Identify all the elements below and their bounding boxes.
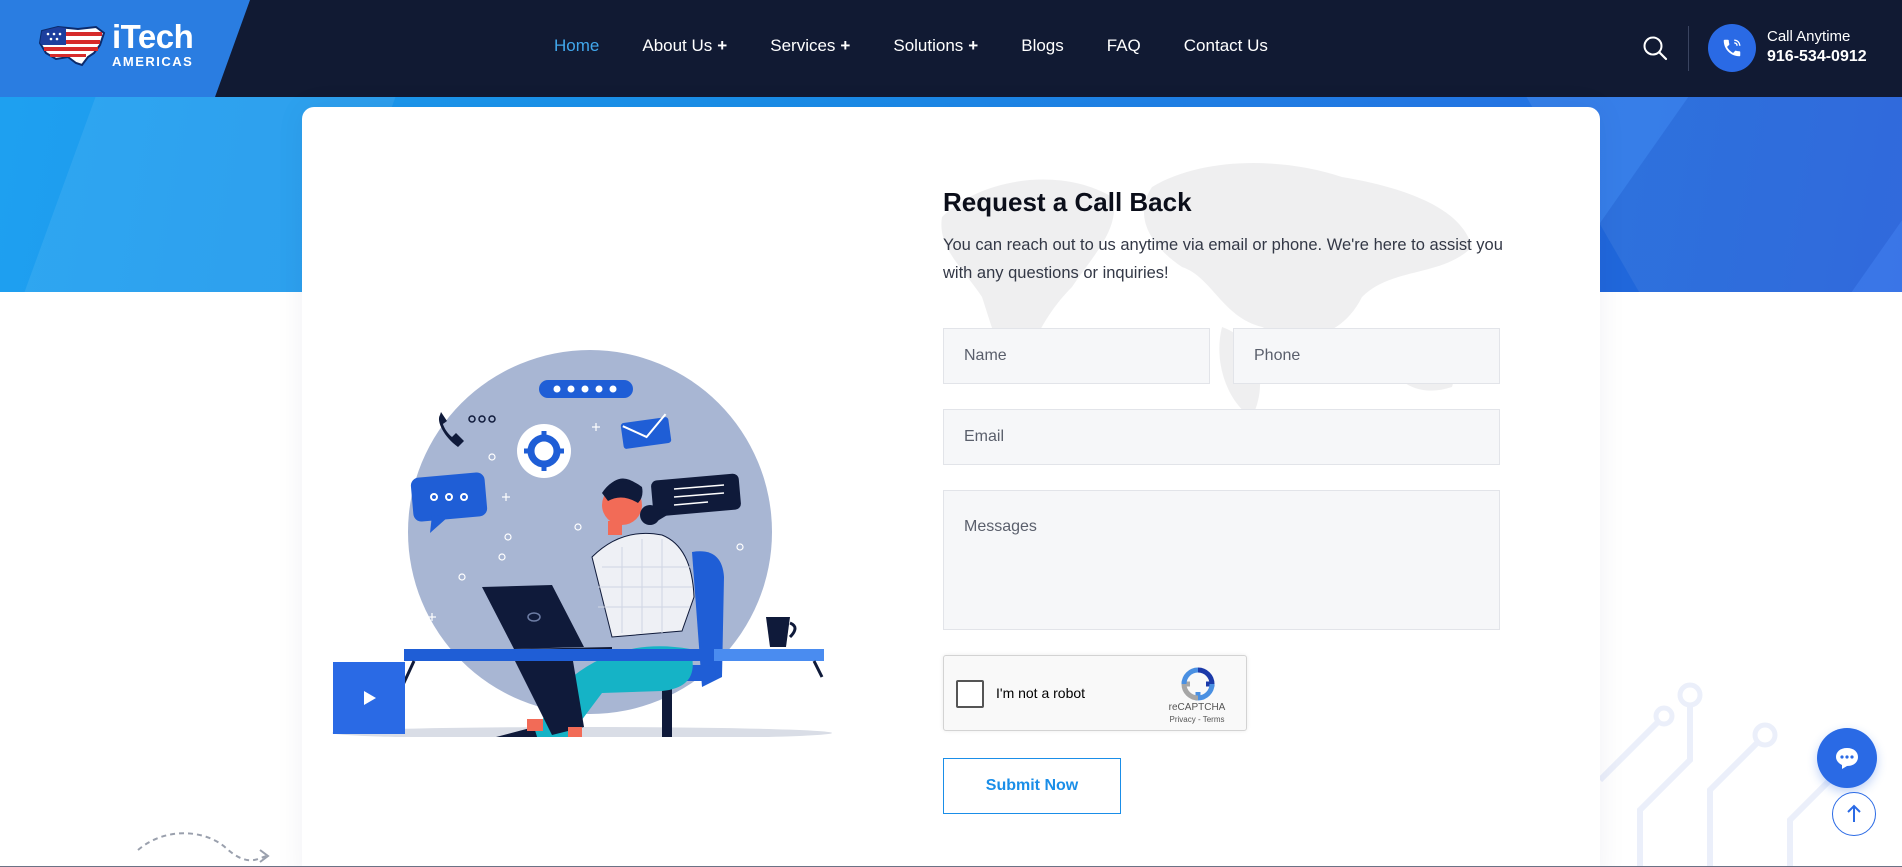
phone-icon: [1723, 39, 1741, 57]
form-title: Request a Call Back: [943, 187, 1192, 217]
nav-item-solutions[interactable]: Solutions +: [893, 36, 978, 56]
recaptcha-brand: reCAPTCHA: [1168, 702, 1226, 713]
logo-panel: iTech AMERICAS: [0, 0, 250, 97]
name-field[interactable]: Name: [943, 328, 1210, 384]
call-button[interactable]: [1708, 24, 1756, 72]
submit-button[interactable]: Submit Now: [943, 758, 1121, 814]
nav-item-about-us[interactable]: About Us +: [642, 36, 727, 56]
plus-icon: +: [968, 36, 979, 55]
recaptcha-widget: I'm not a robot reCAPTCHA Privacy - Term…: [943, 655, 1247, 731]
nav-item-home[interactable]: Home: [554, 36, 599, 56]
nav-label: About Us: [642, 36, 713, 55]
logo-text: iTech AMERICAS: [112, 18, 194, 69]
logo[interactable]: iTech AMERICAS: [38, 18, 194, 69]
phone-placeholder: Phone: [1254, 347, 1301, 364]
world-map-background: [941, 163, 1472, 417]
us-flag-map-icon: [38, 25, 106, 66]
nav-label: Home: [554, 36, 600, 55]
logo-sub-text: AMERICAS: [112, 54, 194, 69]
nav-label: Blogs: [1021, 36, 1064, 55]
main-nav: Home About Us + Services + Solutions + Blog…: [554, 36, 1311, 56]
video-play-button[interactable]: [333, 662, 405, 734]
recaptcha-checkbox[interactable]: [956, 680, 984, 708]
nav-label: Solutions: [893, 36, 964, 55]
nav-label: Services: [770, 36, 836, 55]
logo-main-text: iTech: [112, 18, 194, 55]
form-description: You can reach out to us anytime via emai…: [943, 236, 1503, 282]
site-header: iTech AMERICAS Home About Us + Services + …: [0, 0, 1902, 97]
nav-item-contact-us[interactable]: Contact Us: [1184, 36, 1268, 56]
chat-icon: [1836, 748, 1858, 769]
name-placeholder: Name: [964, 347, 1007, 364]
header-divider: [1688, 26, 1689, 71]
dashed-arrow-decoration: [137, 832, 270, 863]
nav-item-services[interactable]: Services +: [770, 36, 850, 56]
search-icon[interactable]: [1641, 34, 1669, 62]
nav-label: Contact Us: [1183, 36, 1268, 55]
email-placeholder: Email: [964, 428, 1005, 445]
email-field[interactable]: Email: [943, 409, 1500, 465]
message-field[interactable]: Messages: [943, 490, 1500, 630]
chat-button[interactable]: [1817, 728, 1877, 788]
nav-item-blogs[interactable]: Blogs: [1021, 36, 1064, 56]
nav-item-faq[interactable]: FAQ: [1107, 36, 1141, 56]
scroll-to-top-button[interactable]: [1832, 792, 1876, 836]
callback-card: Request a Call Back You can reach out to…: [302, 107, 1600, 867]
recaptcha-label: I'm not a robot: [996, 685, 1086, 701]
recaptcha-links[interactable]: Privacy - Terms: [1152, 715, 1242, 724]
nav-label: FAQ: [1106, 36, 1141, 55]
phone-field[interactable]: Phone: [1233, 328, 1500, 384]
submit-label: Submit Now: [985, 777, 1079, 794]
plus-icon: +: [717, 36, 728, 55]
arrow-up-icon: [1847, 804, 1861, 822]
plus-icon: +: [840, 36, 851, 55]
call-number[interactable]: 916-534-0912: [1767, 48, 1867, 66]
play-icon: [364, 691, 376, 705]
call-label: Call Anytime: [1767, 28, 1851, 45]
recaptcha-logo-icon: [1181, 667, 1215, 701]
message-placeholder: Messages: [964, 518, 1037, 535]
